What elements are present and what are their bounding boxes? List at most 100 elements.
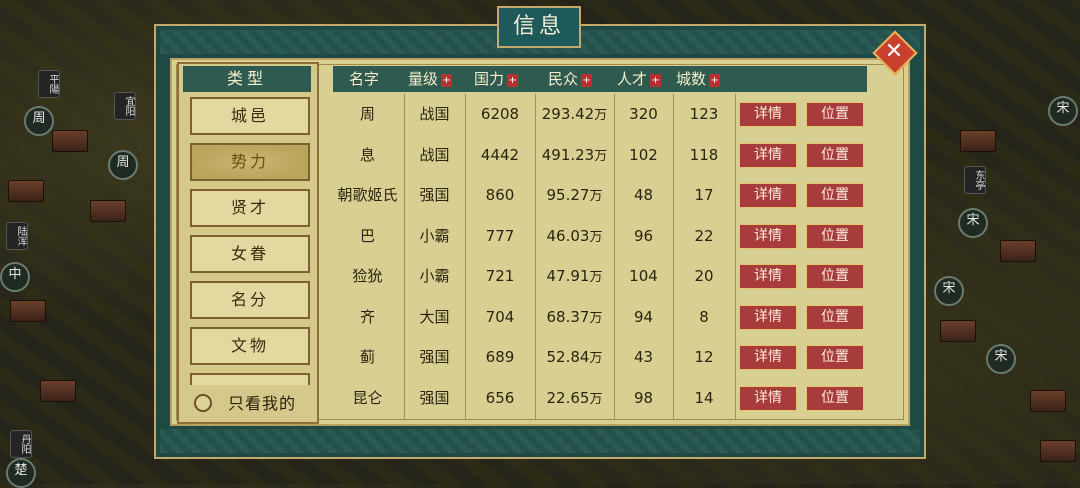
detail-button[interactable]: 详情 xyxy=(739,304,797,330)
people-unit: 万 xyxy=(589,351,603,366)
column-divider xyxy=(673,94,674,420)
people-unit: 万 xyxy=(589,270,603,285)
cell-talent: 94 xyxy=(633,307,654,326)
cell-power: 689 xyxy=(485,348,515,366)
column-header-label: 城数 xyxy=(676,70,707,88)
detail-button[interactable]: 详情 xyxy=(739,223,797,249)
position-button[interactable]: 位置 xyxy=(806,102,864,127)
people-value: 52.84 xyxy=(546,348,590,366)
map-building[interactable] xyxy=(52,130,88,152)
map-building[interactable] xyxy=(90,200,126,222)
detail-button[interactable]: 详情 xyxy=(739,385,797,411)
sort-plus-icon[interactable]: + xyxy=(709,74,721,87)
column-divider xyxy=(404,94,405,420)
category-item[interactable]: 女眷 xyxy=(190,235,310,273)
sort-plus-icon[interactable]: + xyxy=(507,74,519,87)
map-city-marker[interactable]: 宋 xyxy=(934,276,964,306)
column-header-0[interactable]: 名字 xyxy=(349,66,379,92)
category-item[interactable]: 名分 xyxy=(190,281,310,319)
detail-button[interactable]: 详情 xyxy=(739,345,797,370)
map-building[interactable] xyxy=(8,180,44,202)
cell-talent: 102 xyxy=(629,145,658,164)
detail-button[interactable]: 详情 xyxy=(739,142,797,168)
only-mine-toggle[interactable]: 只看我的 xyxy=(190,386,315,416)
position-button[interactable]: 位置 xyxy=(806,345,864,370)
column-header-2[interactable]: 国力 + xyxy=(474,66,519,92)
column-divider xyxy=(735,94,736,420)
column-header-label: 人才 xyxy=(617,70,648,88)
table-row: 蓟 强国 689 52.84万 43 12 详情 位置 xyxy=(331,337,871,377)
map-city-marker[interactable]: 中 xyxy=(0,262,30,292)
category-item-partial[interactable] xyxy=(190,373,310,385)
radio-icon[interactable] xyxy=(194,394,212,412)
cell-cities: 118 xyxy=(689,145,719,164)
map-building[interactable] xyxy=(40,380,76,402)
people-value: 22.65 xyxy=(546,388,590,407)
cell-name: 朝歌姬氏 xyxy=(337,186,398,204)
map-building[interactable] xyxy=(940,320,976,342)
column-header-4[interactable]: 人才 + xyxy=(617,66,662,92)
table-row: 息 战国 4442 491.23万 102 118 详情 位置 xyxy=(331,135,871,175)
position-button[interactable]: 位置 xyxy=(806,183,864,208)
sort-plus-icon[interactable]: + xyxy=(650,74,662,87)
cell-name: 巴 xyxy=(359,226,375,245)
cell-cities: 12 xyxy=(694,348,714,366)
position-button[interactable]: 位置 xyxy=(806,223,864,249)
sort-plus-icon[interactable]: + xyxy=(581,74,593,87)
cell-people: 491.23万 xyxy=(535,135,614,175)
category-item[interactable]: 城邑 xyxy=(190,97,310,135)
cell-name: 周 xyxy=(359,105,375,123)
map-city-marker[interactable]: 平陽 xyxy=(38,70,60,98)
cell-rank: 小霸 xyxy=(419,267,450,285)
column-header-1[interactable]: 量级 + xyxy=(408,66,453,92)
map-building[interactable] xyxy=(1000,240,1036,262)
category-item[interactable]: 文物 xyxy=(190,327,310,365)
map-city-marker[interactable]: 宋 xyxy=(1048,96,1078,126)
cell-talent: 320 xyxy=(629,105,658,123)
table-row: 齐 大国 704 68.37万 94 8 详情 位置 xyxy=(331,297,871,337)
cell-rank: 战国 xyxy=(419,145,450,164)
close-button[interactable]: ✕ xyxy=(872,30,918,76)
detail-button[interactable]: 详情 xyxy=(739,264,797,289)
sort-plus-icon[interactable]: + xyxy=(441,74,453,87)
detail-button[interactable]: 详情 xyxy=(739,102,797,127)
people-value: 491.23 xyxy=(541,145,595,164)
cell-power: 4442 xyxy=(480,145,520,164)
panel-title: 信息 xyxy=(497,6,581,48)
map-city-marker[interactable]: 宋 xyxy=(986,344,1016,374)
table-row: 朝歌姬氏 强国 860 95.27万 48 17 详情 位置 xyxy=(331,175,871,215)
cell-cities: 22 xyxy=(694,226,714,245)
column-header-5[interactable]: 城数 + xyxy=(676,66,721,92)
map-city-marker[interactable]: 宋 xyxy=(958,208,988,238)
map-building[interactable] xyxy=(10,300,46,322)
cell-people: 22.65万 xyxy=(535,378,614,418)
map-city-marker[interactable]: 周 xyxy=(108,150,138,180)
category-item[interactable]: 势力 xyxy=(190,143,310,181)
map-city-marker[interactable]: 丹阳 xyxy=(10,430,32,458)
map-city-marker[interactable]: 东亭 xyxy=(964,166,986,194)
position-button[interactable]: 位置 xyxy=(806,385,864,411)
map-building[interactable] xyxy=(1030,390,1066,412)
people-unit: 万 xyxy=(589,310,603,326)
column-header-label: 国力 xyxy=(474,70,505,88)
map-building[interactable] xyxy=(1040,440,1076,462)
cell-people: 46.03万 xyxy=(535,216,614,256)
map-building[interactable] xyxy=(960,130,996,152)
cell-rank: 小霸 xyxy=(419,226,450,245)
cell-people: 293.42万 xyxy=(535,94,614,134)
people-value: 68.37 xyxy=(546,307,590,326)
category-item[interactable]: 贤才 xyxy=(190,189,310,227)
cell-power: 721 xyxy=(485,267,515,285)
position-button[interactable]: 位置 xyxy=(806,142,864,168)
detail-button[interactable]: 详情 xyxy=(739,183,797,208)
column-header-3[interactable]: 民众 + xyxy=(548,66,593,92)
cell-cities: 20 xyxy=(694,267,714,285)
people-value: 46.03 xyxy=(546,226,590,245)
cell-name: 蓟 xyxy=(359,348,375,366)
position-button[interactable]: 位置 xyxy=(806,264,864,289)
column-divider xyxy=(614,94,615,420)
map-city-marker[interactable]: 周 xyxy=(24,106,54,136)
map-city-marker[interactable]: 陆浑 xyxy=(6,222,28,250)
map-city-marker[interactable]: 宜阳 xyxy=(114,92,136,120)
position-button[interactable]: 位置 xyxy=(806,304,864,330)
